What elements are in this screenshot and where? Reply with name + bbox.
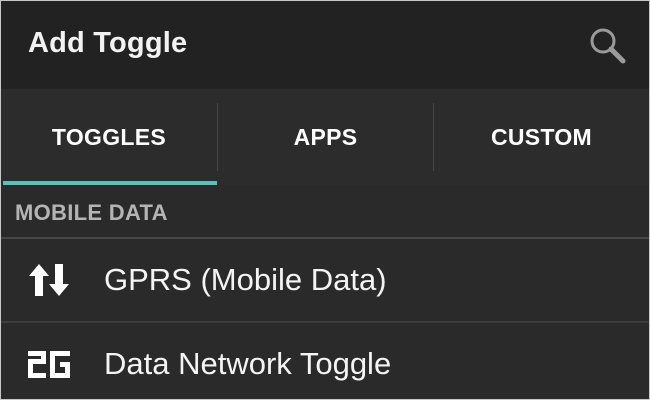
list-item-gprs[interactable]: GPRS (Mobile Data) bbox=[1, 239, 649, 323]
list-item-label: GPRS (Mobile Data) bbox=[104, 262, 387, 297]
tab-label: CUSTOM bbox=[490, 123, 593, 150]
tab-label: APPS bbox=[293, 123, 358, 150]
section-header: MOBILE DATA bbox=[1, 185, 649, 239]
action-bar: Add Toggle bbox=[1, 1, 649, 89]
tab-bar: TOGGLES APPS CUSTOM bbox=[1, 89, 649, 185]
tab-custom[interactable]: CUSTOM bbox=[434, 89, 649, 185]
section-label: MOBILE DATA bbox=[15, 200, 168, 225]
tab-toggles[interactable]: TOGGLES bbox=[1, 89, 217, 185]
search-icon bbox=[590, 28, 626, 64]
list-item-data-network-toggle[interactable]: Data Network Toggle bbox=[1, 323, 649, 399]
list-item-label: Data Network Toggle bbox=[104, 346, 392, 381]
up-down-arrows-icon bbox=[29, 264, 69, 296]
app-title: Add Toggle bbox=[28, 27, 188, 59]
search-button[interactable] bbox=[583, 23, 633, 67]
tab-apps[interactable]: APPS bbox=[218, 89, 433, 185]
2g-icon bbox=[28, 351, 70, 378]
tab-label: TOGGLES bbox=[51, 123, 167, 150]
app-frame: Add Toggle TOGGLES APPS CUSTOM MOBILE DA… bbox=[0, 0, 650, 400]
